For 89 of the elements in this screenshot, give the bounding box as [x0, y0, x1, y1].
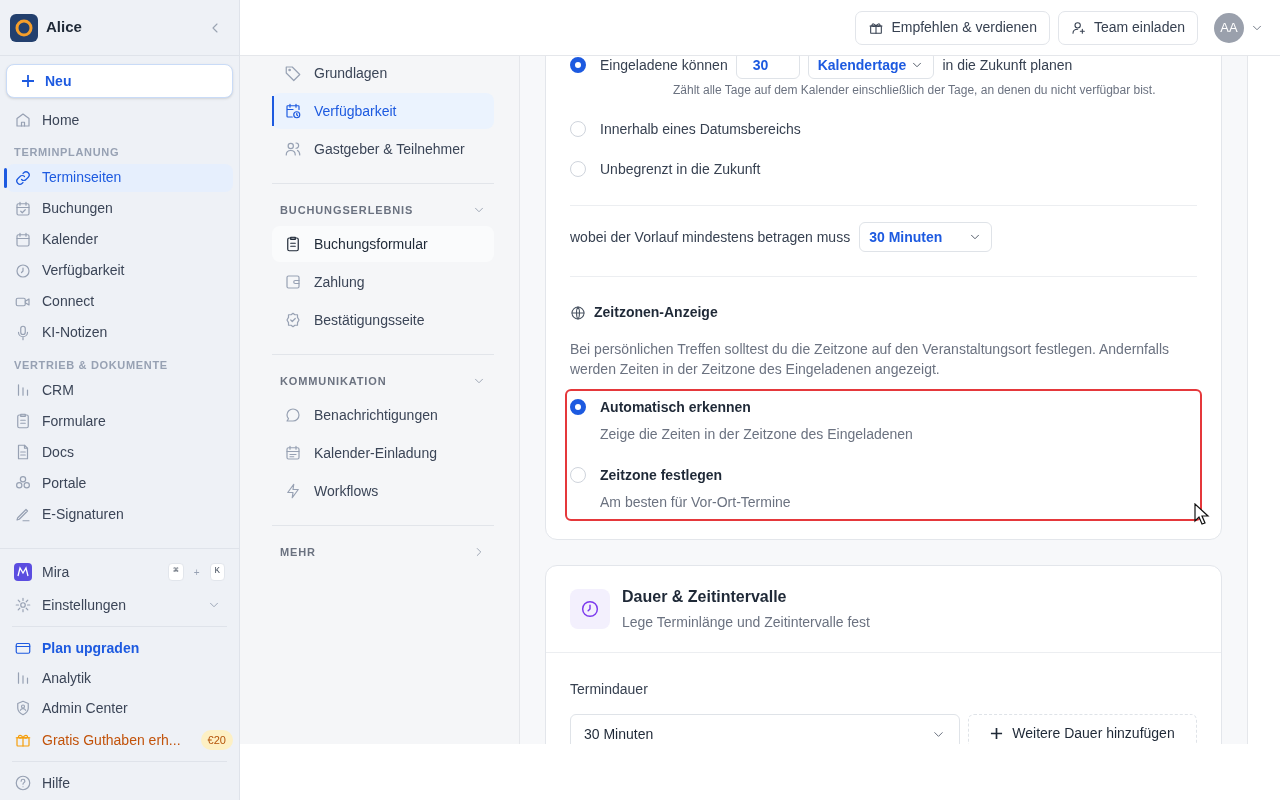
mouse-cursor-icon	[1194, 503, 1210, 525]
sidebar-item[interactable]: Gratis Guthaben erh... €20	[6, 725, 233, 755]
sidebar-item[interactable]: KI-Notizen	[6, 318, 233, 347]
settings-nav-item[interactable]: Gastgeber & Teilnehmer	[272, 131, 494, 167]
calendar-check-icon	[14, 199, 32, 218]
settings-nav-item[interactable]: Benachrichtigungen	[272, 397, 494, 433]
settings-nav-item[interactable]: Bestätigungsseite	[272, 302, 494, 338]
sidebar-item[interactable]: Home	[6, 106, 233, 134]
lightning-icon	[284, 482, 302, 500]
add-duration-button[interactable]: Weitere Dauer hinzufügen	[968, 714, 1197, 744]
sidebar-item[interactable]: Analytik	[6, 663, 233, 693]
keyboard-key: ⌘	[168, 563, 184, 581]
globe-icon	[570, 304, 586, 321]
top-bar-button[interactable]: Team einladen	[1057, 10, 1198, 45]
plus-icon	[990, 726, 1004, 740]
sidebar-item[interactable]: Formulare	[6, 407, 233, 435]
speech-bubble-icon	[284, 406, 302, 424]
clock-icon	[579, 598, 601, 620]
sidebar-item[interactable]: Verfügbarkeit	[6, 256, 233, 285]
option-label: Unbegrenzt in die Zukunft	[600, 159, 761, 179]
logo	[10, 13, 38, 42]
notice-dropdown[interactable]: 30 Minuten	[859, 222, 993, 252]
description-text: Bei persönlichen Treffen solltest du die Zeitzone auf den Veranstaltungsort festlegen. Andernfalls werden Zeiten in der Zeitzone des Eingeladenen angezeigt.	[570, 340, 1170, 379]
settings-nav-item[interactable]: Verfügbarkeit	[272, 93, 494, 129]
sidebar-item[interactable]: Mira ⌘ + K	[6, 557, 233, 587]
sidebar-item[interactable]: CRM	[6, 376, 233, 404]
add-user-icon	[1070, 19, 1087, 36]
option-title: Zeitzone festlegen	[600, 466, 724, 485]
option-label: Innerhalb eines Datumsbereichs	[600, 119, 801, 139]
keyboard-key: K	[209, 563, 225, 581]
new-button[interactable]: Neu	[6, 64, 233, 98]
field-label: Termindauer	[570, 680, 649, 699]
settings-nav-item[interactable]: Workflows	[272, 473, 494, 509]
sidebar-item[interactable]: Admin Center	[6, 693, 233, 723]
users-icon	[284, 140, 302, 158]
settings-nav-item[interactable]: Kalender-Einladung	[272, 435, 494, 471]
home-icon	[14, 111, 32, 129]
section-title: Zeitzonen-Anzeige	[594, 303, 718, 322]
sidebar-item[interactable]: Hilfe	[6, 768, 233, 798]
settings-nav-item[interactable]: Buchungsformular	[272, 226, 494, 262]
help-icon	[14, 774, 32, 792]
section-heading: VERTRIEB & DOKUMENTE	[13, 357, 169, 373]
calendar-clock-icon	[284, 102, 302, 120]
tag-icon	[284, 64, 302, 82]
card-title: Dauer & Zeitintervalle	[622, 587, 788, 607]
avatar: AA	[1214, 12, 1244, 43]
check-badge-icon	[284, 311, 302, 329]
section-toggle[interactable]: BUCHUNGSERLEBNIS	[272, 200, 494, 220]
settings-nav-item[interactable]: Zahlung	[272, 264, 494, 300]
field-label: wobei der Vorlauf mindestens betragen muss	[570, 227, 851, 247]
clock-icon	[14, 261, 32, 280]
unit-dropdown[interactable]: Kalendertage	[807, 56, 935, 79]
radio-button[interactable]	[570, 399, 586, 415]
workspace-name: Alice	[46, 17, 82, 38]
option-description: Am besten für Vor-Ort-Termine	[600, 493, 791, 512]
sidebar-item[interactable]: Einstellungen	[6, 590, 233, 620]
card-subtitle: Lege Terminlänge und Zeitintervalle fest	[622, 613, 870, 632]
shield-icon	[14, 699, 32, 717]
clipboard-icon	[14, 412, 32, 430]
sidebar-item[interactable]: Docs	[6, 438, 233, 466]
section-toggle[interactable]: KOMMUNIKATION	[272, 371, 494, 391]
sidebar-item[interactable]: Buchungen	[6, 194, 233, 223]
plus-icon	[21, 74, 35, 88]
section-heading: TERMINPLANUNG	[13, 145, 121, 160]
option-title: Automatisch erkennen	[600, 398, 752, 417]
assistant-logo	[14, 563, 32, 581]
duration-dropdown[interactable]: 30 Minuten	[570, 714, 960, 744]
sidebar-item[interactable]: Terminseiten	[6, 163, 233, 192]
top-bar-button[interactable]: Empfehlen & verdienen	[855, 10, 1050, 45]
sidebar-item[interactable]: Connect	[6, 287, 233, 316]
calendar-icon	[14, 230, 32, 249]
key-separator: +	[193, 565, 200, 580]
sidebar-item[interactable]: Portale	[6, 469, 233, 497]
number-field[interactable]: 30	[735, 56, 800, 79]
upgrade-link[interactable]: Plan upgraden	[6, 633, 233, 663]
option-label: in die Zukunft planen	[942, 56, 1073, 75]
radio-button[interactable]	[570, 57, 586, 73]
sidebar-item[interactable]: E-Signaturen	[6, 500, 233, 528]
wallet-icon	[284, 273, 302, 291]
option-description: Zeige die Zeiten in der Zeitzone des Eingeladenen	[600, 425, 913, 444]
credit-badge: €20	[200, 729, 233, 751]
settings-nav-item[interactable]: Grundlagen	[272, 56, 494, 91]
hint-text: Zählt alle Tage auf dem Kalender einschließlich der Tage, an denen du nicht verfügbar bist.	[673, 82, 1157, 99]
option-label: Eingeladene können	[600, 56, 728, 75]
clipboard-icon	[284, 235, 302, 253]
section-toggle[interactable]: MEHR	[272, 542, 494, 562]
sidebar-item[interactable]: Kalender	[6, 225, 233, 254]
link-icon	[14, 168, 32, 187]
calendar-icon	[284, 444, 302, 462]
